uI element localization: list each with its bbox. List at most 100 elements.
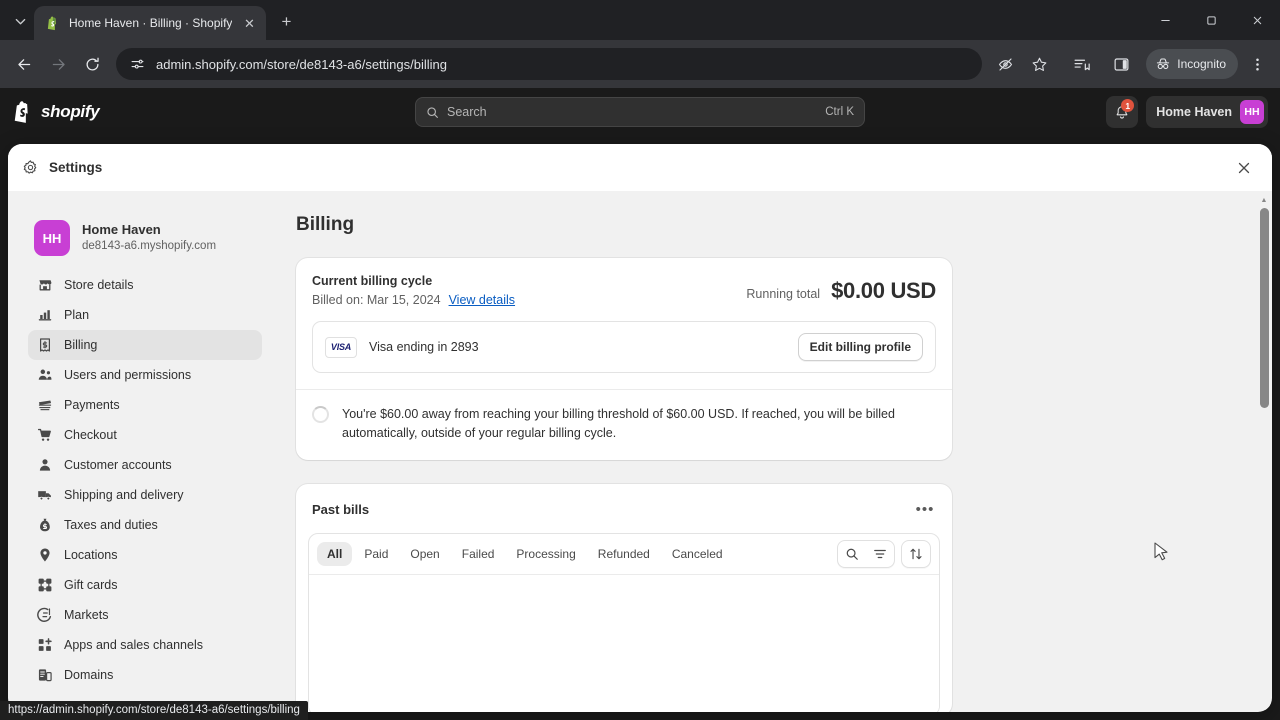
payment-method-row: VISA Visa ending in 2893 Edit billing pr… (312, 321, 936, 373)
billed-on-text: Billed on: Mar 15, 2024 (312, 293, 441, 307)
tab-strip: Home Haven · Billing · Shopify ✕ + (0, 0, 1280, 40)
close-window-button[interactable] (1234, 4, 1280, 36)
store-info: Home Haven de8143-a6.myshopify.com (82, 221, 216, 254)
sidebar-item-label: Taxes and duties (64, 518, 158, 532)
sidebar-item-label: Shipping and delivery (64, 488, 184, 502)
past-bills-table-body (309, 574, 939, 712)
bill-filter-tab-canceled[interactable]: Canceled (662, 542, 733, 566)
minimize-button[interactable] (1142, 4, 1188, 36)
store-name: Home Haven (82, 222, 161, 238)
avatar: HH (1240, 100, 1264, 124)
sidebar-item-label: Billing (64, 338, 98, 352)
sort-icon[interactable] (902, 541, 930, 567)
status-bar-url: https://admin.shopify.com/store/de8143-a… (0, 701, 308, 720)
sidebar-item-customer-accounts[interactable]: Customer accounts (28, 450, 262, 480)
store-card[interactable]: HH Home Haven de8143-a6.myshopify.com (28, 220, 276, 270)
shopify-favicon (45, 15, 61, 31)
settings-sidebar: HH Home Haven de8143-a6.myshopify.com St… (8, 192, 276, 712)
star-icon[interactable] (1024, 49, 1054, 79)
eye-slash-icon[interactable] (990, 49, 1020, 79)
settings-main-content: Billing Current billing cycle Billed on:… (276, 192, 1272, 712)
edit-billing-profile-button[interactable]: Edit billing profile (797, 333, 923, 361)
past-bills-more-icon[interactable]: ••• (912, 497, 938, 523)
browser-toolbar: admin.shopify.com/store/de8143-a6/settin… (0, 40, 1280, 88)
forward-button[interactable] (42, 48, 74, 80)
bill-filter-tab-refunded[interactable]: Refunded (588, 542, 660, 566)
sidebar-item-label: Domains (64, 668, 114, 682)
sidebar-item-locations[interactable]: Locations (28, 540, 262, 570)
browser-tab[interactable]: Home Haven · Billing · Shopify ✕ (34, 6, 267, 40)
sidebar-item-checkout[interactable]: Checkout (28, 420, 262, 450)
scroll-up-arrow-icon[interactable]: ▲ (1258, 194, 1270, 206)
filter-icon[interactable] (866, 541, 894, 567)
window-controls (1142, 0, 1280, 40)
pin-icon (36, 547, 53, 564)
store-avatar: HH (34, 220, 70, 256)
tab-search-button[interactable] (6, 7, 34, 35)
sidebar-item-apps-and-sales-channels[interactable]: Apps and sales channels (28, 630, 262, 660)
chart-icon (36, 307, 53, 324)
three-dot-menu-icon[interactable] (1242, 49, 1272, 79)
billing-threshold-text: You're $60.00 away from reaching your bi… (342, 407, 895, 441)
sidebar-item-billing[interactable]: Billing (28, 330, 262, 360)
topbar-right: 1 Home Haven HH (1106, 96, 1268, 128)
sidebar-item-markets[interactable]: Markets (28, 600, 262, 630)
sidebar-item-domains[interactable]: Domains (28, 660, 262, 690)
notification-badge: 1 (1121, 99, 1135, 112)
search-icon[interactable] (838, 541, 866, 567)
sidebar-item-payments[interactable]: Payments (28, 390, 262, 420)
gear-icon (22, 159, 39, 176)
past-bills-card: Past bills ••• All Paid Open Failed Processi… (296, 483, 952, 712)
tab-close-icon[interactable]: ✕ (240, 14, 258, 32)
sidebar-item-shipping-and-delivery[interactable]: Shipping and delivery (28, 480, 262, 510)
tab-title: Home Haven · Billing · Shopify (69, 16, 233, 30)
address-bar[interactable]: admin.shopify.com/store/de8143-a6/settin… (116, 48, 983, 80)
incognito-indicator[interactable]: Incognito (1146, 49, 1238, 79)
notifications-button[interactable]: 1 (1106, 96, 1139, 128)
settings-title-group: Settings (22, 159, 102, 176)
settings-modal-body: HH Home Haven de8143-a6.myshopify.com St… (8, 192, 1272, 712)
cart-icon (36, 427, 53, 444)
receipt-icon (36, 337, 53, 354)
running-total-value: $0.00 USD (831, 278, 936, 303)
users-icon (36, 367, 53, 384)
bill-filter-tab-all[interactable]: All (317, 541, 353, 566)
maximize-button[interactable] (1188, 4, 1234, 36)
sidebar-item-users-and-permissions[interactable]: Users and permissions (28, 360, 262, 390)
new-tab-button[interactable]: + (272, 8, 300, 36)
past-bills-header: Past bills ••• (296, 484, 952, 533)
bill-filter-tab-open[interactable]: Open (400, 542, 449, 566)
tax-icon (36, 517, 53, 534)
reading-list-icon[interactable] (1066, 49, 1096, 79)
modal-scrollbar[interactable]: ▲ (1258, 194, 1270, 710)
view-details-link[interactable]: View details (449, 293, 515, 307)
sidebar-item-gift-cards[interactable]: Gift cards (28, 570, 262, 600)
bill-filter-tab-paid[interactable]: Paid (354, 542, 398, 566)
sidebar-item-label: Locations (64, 548, 118, 562)
page-background: Settings HH Home Haven de8143-a6.myshopi… (0, 136, 1280, 720)
shopify-logo[interactable]: shopify (12, 100, 100, 124)
search-placeholder: Search (447, 105, 487, 119)
side-panel-icon[interactable] (1106, 49, 1136, 79)
sidebar-item-store-details[interactable]: Store details (28, 270, 262, 300)
account-menu-button[interactable]: Home Haven HH (1146, 96, 1268, 128)
past-bills-tools (837, 539, 931, 568)
billing-cycle-header: Current billing cycle Billed on: Mar 15,… (296, 258, 952, 321)
bill-filter-tab-processing[interactable]: Processing (506, 542, 585, 566)
incognito-icon (1155, 56, 1171, 72)
visa-card-icon: VISA (325, 336, 357, 358)
running-total-label: Running total (746, 287, 821, 301)
scrollbar-thumb[interactable] (1259, 208, 1269, 408)
close-icon[interactable] (1230, 154, 1258, 182)
visa-label: VISA (330, 342, 352, 352)
page-settings-icon[interactable] (128, 55, 146, 73)
sidebar-item-plan[interactable]: Plan (28, 300, 262, 330)
back-button[interactable] (8, 48, 40, 80)
search-input[interactable]: Search Ctrl K (415, 97, 865, 127)
sidebar-item-label: Apps and sales channels (64, 638, 203, 652)
bill-filter-tab-failed[interactable]: Failed (452, 542, 505, 566)
reload-button[interactable] (76, 48, 108, 80)
sidebar-item-taxes-and-duties[interactable]: Taxes and duties (28, 510, 262, 540)
sidebar-item-label: Checkout (64, 428, 117, 442)
sidebar-item-label: Plan (64, 308, 90, 322)
